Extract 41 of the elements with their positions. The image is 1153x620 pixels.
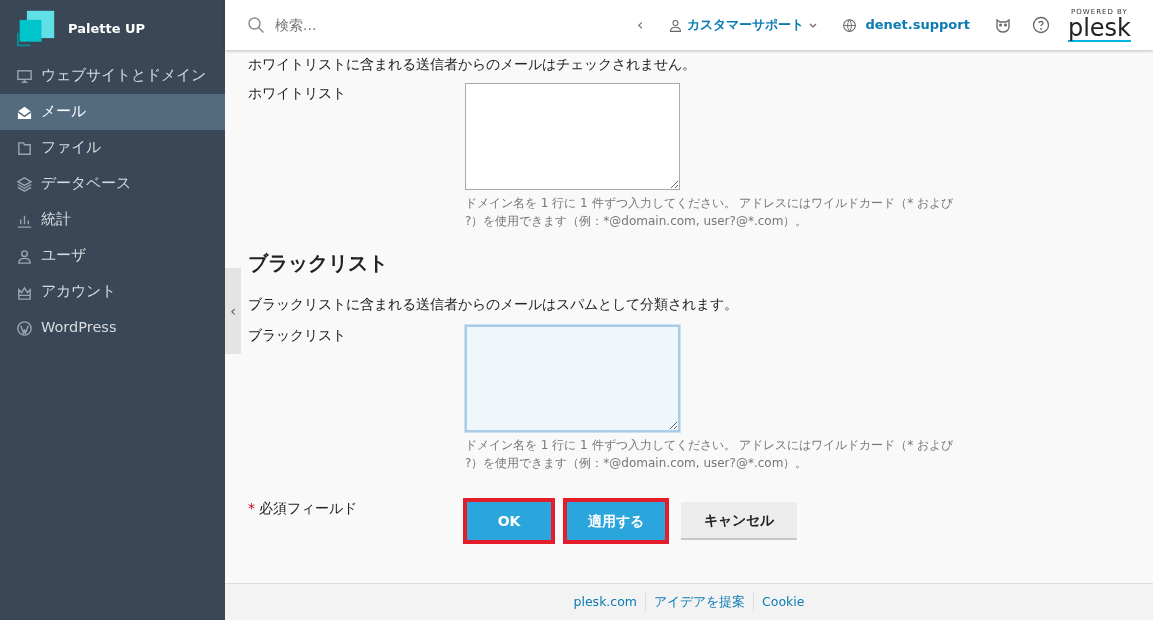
help-icon[interactable] <box>1031 16 1050 34</box>
sidebar-item[interactable]: データベース <box>0 166 225 202</box>
required-label: * 必須フィールド <box>248 499 359 518</box>
globe-icon <box>842 17 858 33</box>
footer-link[interactable]: Cookie <box>753 592 813 612</box>
sidebar-item[interactable]: ファイル <box>0 130 225 166</box>
sidebar-item[interactable]: ユーザ <box>0 238 225 274</box>
sidebar-item[interactable]: ウェブサイトとドメイン <box>0 58 225 94</box>
footer-link[interactable]: アイデアを提案 <box>645 592 754 612</box>
cancel-button[interactable]: キャンセル <box>681 502 797 540</box>
user-icon <box>668 17 684 33</box>
logo-icon <box>16 9 56 49</box>
hint-text: ドメイン名を 1 行に 1 件ずつ入力してください。 アドレスにはワイルドカード（* および ?）を使用できます（例：*@domain.com, user?@*.com）。 <box>465 437 955 472</box>
sidebar-item[interactable]: メール <box>0 94 225 130</box>
crown-icon <box>16 283 33 301</box>
domain-link[interactable]: denet.support <box>865 15 970 35</box>
search-field[interactable]: 検索... <box>273 13 473 37</box>
brand-name: Palette UP <box>68 20 146 39</box>
field-label: ブラックリスト <box>248 326 347 345</box>
back-button[interactable]: ‹ <box>636 12 645 38</box>
footer-link[interactable]: plesk.com <box>565 592 646 612</box>
account-menu[interactable]: カスタマーサポート <box>687 15 805 35</box>
collapse-button[interactable]: ‹ <box>225 268 241 354</box>
description-text: ブラックリストに含まれる送信者からのメールはスパムとして分類されます。 <box>248 295 739 314</box>
user-icon <box>16 247 33 265</box>
wordpress-icon <box>16 319 33 337</box>
search-icon <box>247 16 265 34</box>
sidebar-item[interactable]: 統計 <box>0 202 225 238</box>
plesk-logo: plesk <box>1067 15 1131 42</box>
section-heading: ブラックリスト <box>248 250 389 277</box>
layers-icon <box>16 175 33 193</box>
folder-icon <box>16 139 33 157</box>
monitor-icon <box>16 67 33 85</box>
owl-icon[interactable] <box>993 16 1012 34</box>
field-label: ホワイトリスト <box>248 84 347 103</box>
hint-text: ドメイン名を 1 行に 1 件ずつ入力してください。 アドレスにはワイルドカード（* および ?）を使用できます（例：*@domain.com, user?@*.com）。 <box>465 195 955 230</box>
textarea-field[interactable] <box>465 325 680 432</box>
description-text: ホワイトリストに含まれる送信者からのメールはチェックされません。 <box>248 55 697 74</box>
sidebar-item[interactable]: WordPress <box>0 310 225 346</box>
sidebar-item[interactable]: アカウント <box>0 274 225 310</box>
textarea-field[interactable] <box>465 83 680 190</box>
